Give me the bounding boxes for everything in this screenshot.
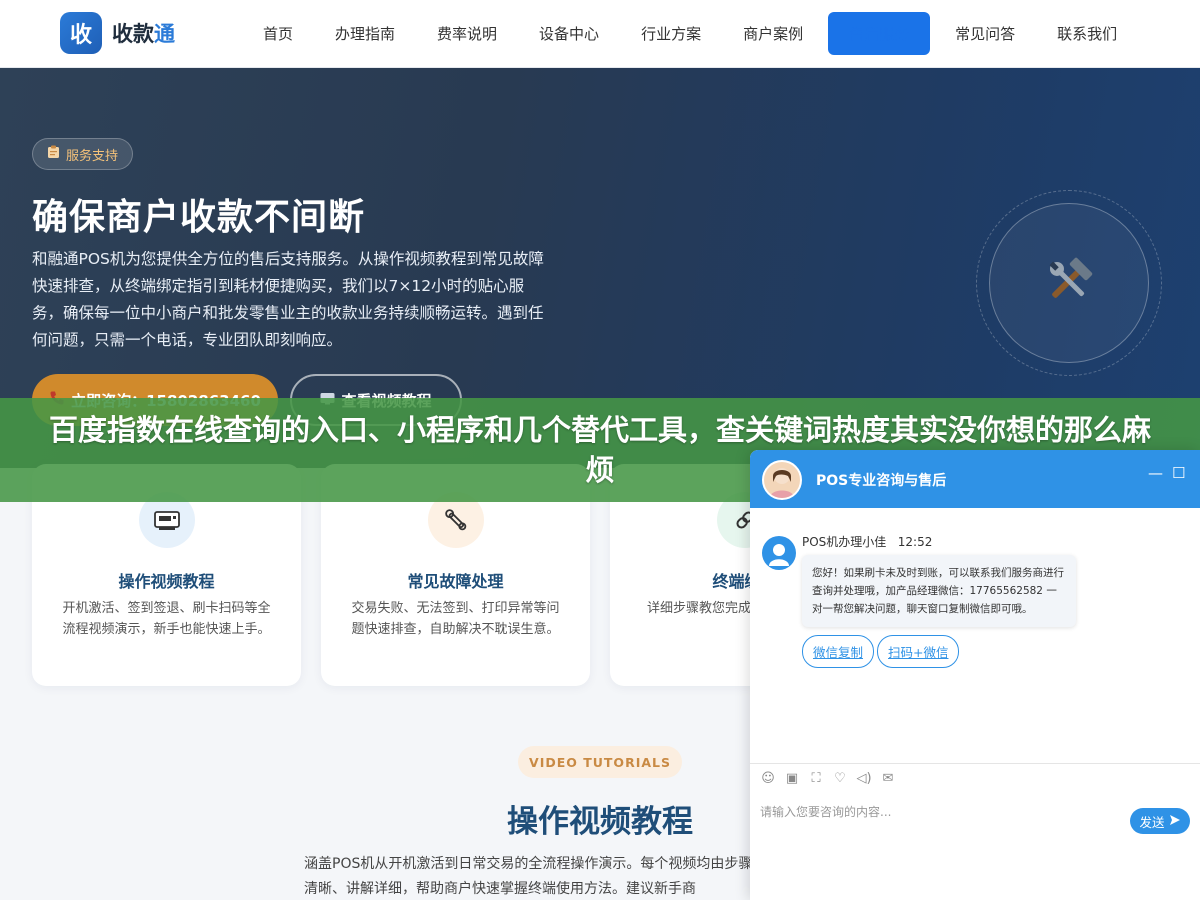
hero-title: 确保商户收款不间断 [32,197,366,238]
hammer-wrench-icon [1041,253,1097,313]
logo-text: 收款通 [112,18,175,48]
screenshot-icon[interactable]: ⛶ [808,770,824,786]
nav-item-7[interactable]: 常见问答 [938,12,1032,55]
video-tutorials-tag: VIDEO TUTORIALS [518,746,682,778]
nav-menu: 首页 办理指南 费率说明 设备中心 行业方案 商户案例 售后服务 常见问答 联系我们 [246,12,1142,55]
message-meta: POS机办理小佳 12:52 [802,533,932,550]
logo-text-main: 收款 [112,22,154,46]
agent-name: POS机办理小佳 [802,535,887,549]
nav-item-2[interactable]: 费率说明 [420,12,514,55]
minimize-icon[interactable]: — [1148,464,1163,482]
voice-icon[interactable]: ◁) [856,770,872,786]
image-icon[interactable]: ▣ [784,770,800,786]
send-arrow-icon [1169,814,1181,829]
send-label: 发送 [1139,814,1165,830]
logo-text-accent: 通 [154,22,175,46]
send-button[interactable]: 发送 [1130,808,1190,834]
card-description: 开机激活、签到签退、刷卡扫码等全流程视频演示，新手也能快速上手。 [62,601,271,637]
agent-avatar [762,536,796,570]
scan-wechat-button[interactable]: 扫码+微信 [877,635,960,668]
card-title: 常见故障处理 [407,572,504,591]
support-avatar [762,460,802,500]
rating-icon[interactable]: ♡ [832,770,848,786]
top-navigation: 收 收款通 首页 办理指南 费率说明 设备中心 行业方案 商户案例 售后服务 常见问答 联系我们 [0,0,1200,68]
chat-message-input[interactable] [760,800,1120,824]
logo-mark: 收 [60,12,102,54]
message-time: 12:52 [897,535,933,549]
emoji-icon[interactable]: ☺ [760,770,776,786]
chat-widget: POS专业咨询与售后 — ☐ POS机办理小佳 12:52 您好！如果刷卡未及时… [750,450,1200,900]
nav-item-5[interactable]: 商户案例 [726,12,820,55]
chat-header: POS专业咨询与售后 — ☐ [750,450,1200,508]
brand-logo[interactable]: 收 收款通 [60,12,175,54]
nav-item-1[interactable]: 办理指南 [318,12,412,55]
chat-header-title: POS专业咨询与售后 [816,473,947,489]
chat-divider [750,763,1200,764]
service-badge: 服务支持 [32,138,134,170]
card-title: 操作视频教程 [118,572,215,591]
clipboard-icon [47,145,60,163]
card-description: 交易失败、无法签到、打印异常等问题快速排查，自助解决不耽误生意。 [351,601,560,637]
nav-item-6[interactable]: 售后服务 [828,12,931,55]
wechat-icon[interactable]: ✉ [880,770,896,786]
nav-item-3[interactable]: 设备中心 [522,12,616,55]
nav-item-0[interactable]: 首页 [246,12,310,55]
maximize-icon[interactable]: ☐ [1172,464,1185,482]
video-section-description: 涵盖POS机从开机激活到日常交易的全流程操作演示。每个视频均由步骤清晰、讲解详细… [304,856,753,897]
badge-label: 服务支持 [66,148,119,164]
tools-emblem [989,203,1149,363]
hero-description: 和融通POS机为您提供全方位的售后支持服务。从操作视频教程到常见故障快速排查，从… [32,250,544,349]
message-bubble: 您好！如果刷卡未及时到账，可以联系我们服务商进行查询并处理哦，加产品经理微信：1… [802,555,1076,627]
nav-item-8[interactable]: 联系我们 [1040,12,1134,55]
nav-item-4[interactable]: 行业方案 [624,12,718,55]
copy-wechat-button[interactable]: 微信复制 [802,635,875,668]
